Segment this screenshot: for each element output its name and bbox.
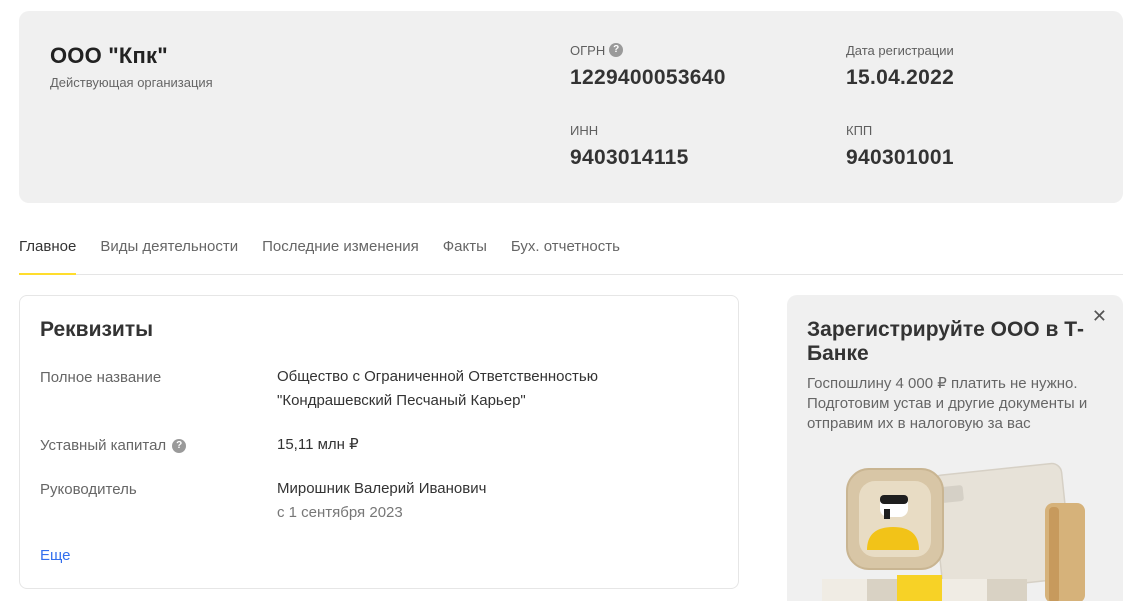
capital-value: 15,11 млн ₽ (277, 436, 359, 453)
promo-illustration (822, 462, 1085, 601)
director-name: Мирошник Валерий Иванович (277, 480, 487, 497)
promo-banner: ✕ Зарегистрируйте ООО в Т-Банке Госпошли… (787, 295, 1123, 601)
capital-label: Уставный капитал (40, 437, 167, 454)
inn-value: 9403014115 (570, 146, 689, 169)
reg-date-field: Дата регистрации 15.04.2022 (846, 42, 954, 90)
tab-accounting[interactable]: Бух. отчетность (511, 228, 620, 274)
more-link[interactable]: Еще (40, 547, 71, 564)
requisites-card: Реквизиты Полное название Общество с Огр… (19, 295, 739, 589)
kpp-label: КПП (846, 122, 873, 138)
company-header-card: ООО "Кпк" Действующая организация ОГРН ?… (19, 11, 1123, 203)
director-since: с 1 сентября 2023 (277, 504, 403, 521)
director-value-wrap: Мирошник Валерий Иванович с 1 сентября 2… (277, 477, 697, 525)
director-label: Руководитель (40, 481, 137, 498)
company-name: ООО "Кпк" (50, 43, 168, 68)
full-name-value: Общество с Ограниченной Ответственностью… (277, 368, 598, 409)
requisites-title: Реквизиты (40, 318, 154, 341)
company-status: Действующая организация (50, 75, 213, 90)
help-icon[interactable]: ? (609, 43, 624, 57)
ogrn-value: 1229400053640 (570, 66, 726, 89)
reg-date-value: 15.04.2022 (846, 66, 955, 89)
inn-field: ИНН 9403014115 (570, 122, 689, 170)
inn-label: ИНН (570, 122, 599, 138)
help-icon[interactable]: ? (172, 438, 187, 453)
ogrn-field: ОГРН ? 1229400053640 (570, 42, 726, 90)
capital-label-wrap: Уставный капитал ? (40, 437, 187, 454)
kpp-value: 940301001 (846, 146, 954, 169)
full-name-label: Полное название (40, 369, 162, 386)
ogrn-label: ОГРН (570, 42, 606, 58)
section-tabs: Главное Виды деятельности Последние изме… (19, 228, 1123, 275)
tab-recent-changes[interactable]: Последние изменения (262, 228, 419, 274)
tab-main[interactable]: Главное (19, 228, 77, 275)
tab-facts[interactable]: Факты (443, 228, 487, 274)
reg-date-label: Дата регистрации (846, 42, 954, 58)
kpp-field: КПП 940301001 (846, 122, 954, 170)
tab-activities[interactable]: Виды деятельности (100, 228, 238, 274)
